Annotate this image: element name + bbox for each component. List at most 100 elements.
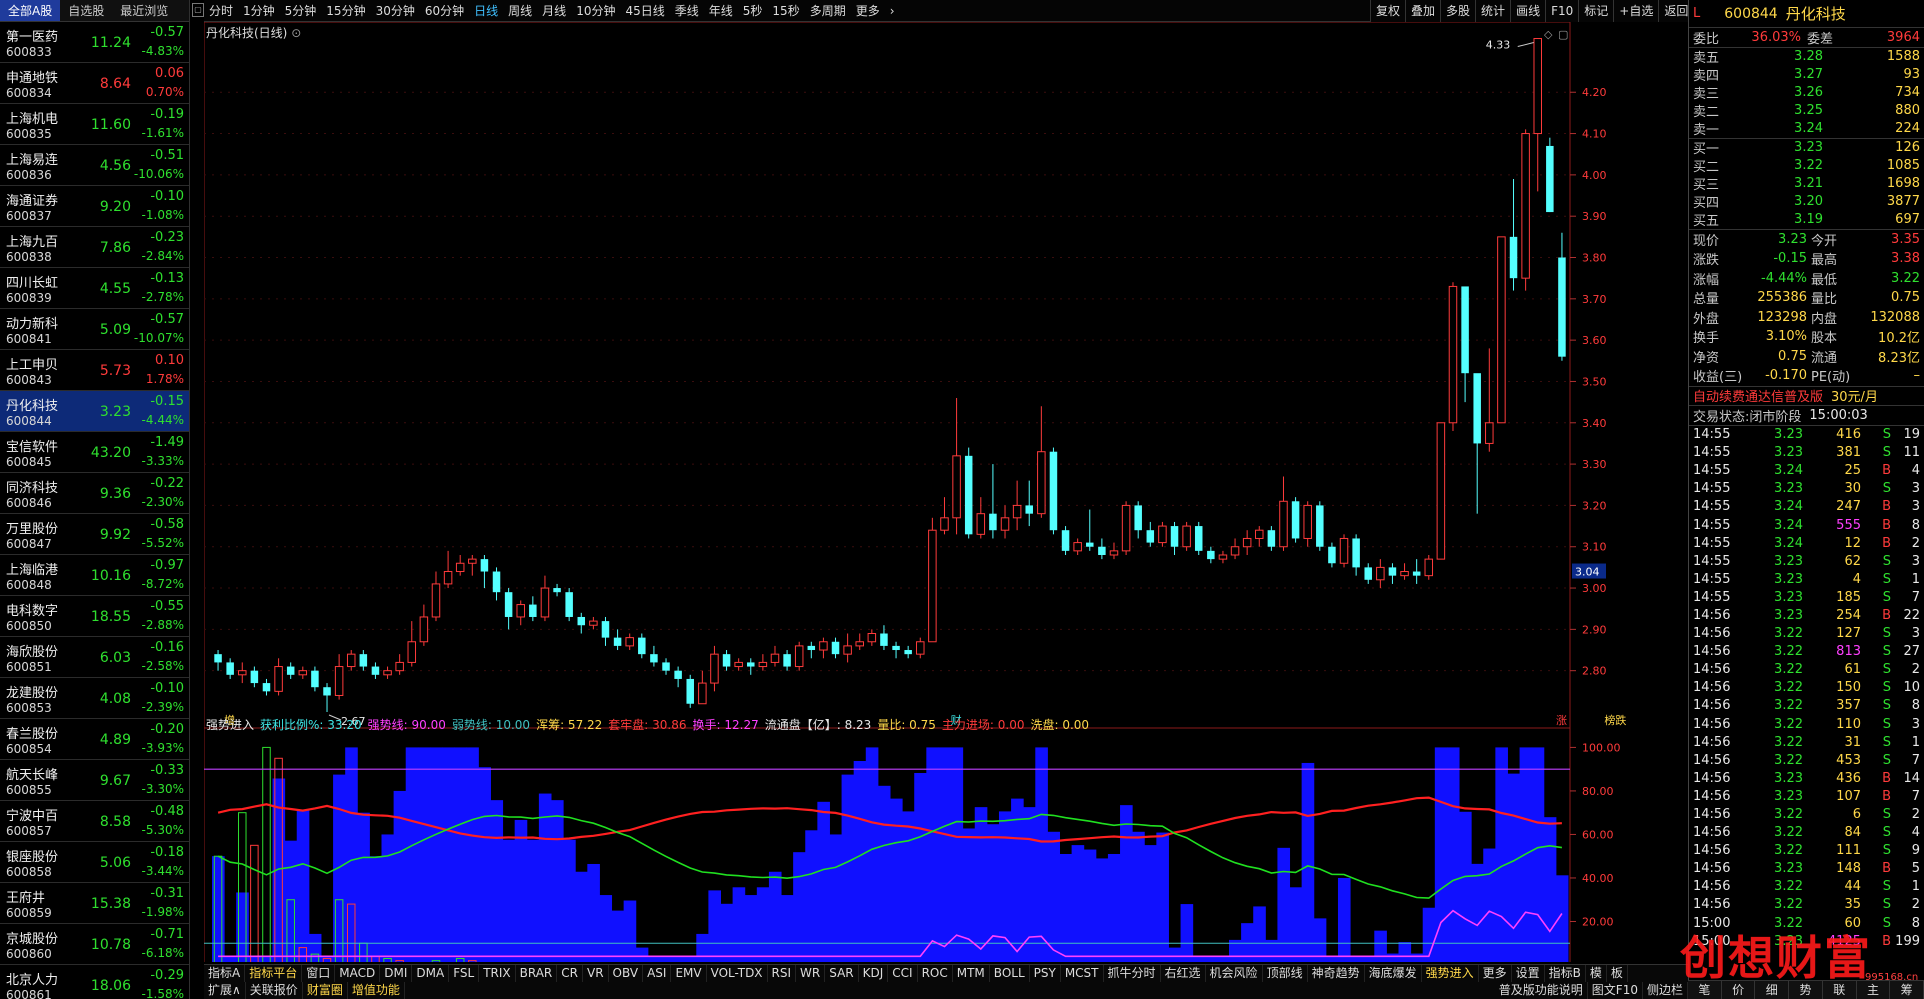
tool-1[interactable]: 叠加: [1405, 0, 1440, 22]
left-tab-1[interactable]: 自选股: [60, 0, 112, 21]
stock-row[interactable]: 上海九百 600838 7.86 -0.23 -2.84%: [0, 227, 189, 268]
stock-row[interactable]: 宁波中百 600857 8.58 -0.48 -5.30%: [0, 801, 189, 842]
period-1[interactable]: 1分钟: [238, 2, 280, 19]
indicator-tab-0[interactable]: 指标A: [204, 965, 246, 982]
indicator-tab-3[interactable]: MACD: [335, 965, 381, 982]
period-3[interactable]: 15分钟: [321, 2, 370, 19]
stock-row[interactable]: 上海易连 600836 4.56 -0.51 -10.06%: [0, 145, 189, 186]
indicator-tab-35[interactable]: 模: [1586, 965, 1607, 982]
period-10[interactable]: 45日线: [620, 2, 669, 19]
ext-right-tab-1[interactable]: 图文F10: [1588, 982, 1643, 999]
stock-row[interactable]: 万里股份 600847 9.92 -0.58 -5.52%: [0, 514, 189, 555]
stock-row[interactable]: 银座股份 600858 5.06 -0.18 -3.44%: [0, 842, 189, 883]
indicator-tab-2[interactable]: 窗口: [302, 965, 336, 982]
tool-5[interactable]: F10: [1545, 0, 1578, 22]
kline-chart[interactable]: 2.80 2.90 3.00 3.10 3.20 3.30 3.40 3.50 3.60 3.70…: [204, 22, 1636, 962]
indicator-tab-26[interactable]: 右红选: [1161, 965, 1206, 982]
indicator-tab-20[interactable]: ROC: [918, 965, 953, 982]
period-16[interactable]: 更多: [851, 2, 885, 19]
indicator-tab-14[interactable]: VOL-TDX: [707, 965, 768, 982]
indicator-tab-6[interactable]: FSL: [449, 965, 480, 982]
tick-list[interactable]: 14:55 3.23 416 S 19 14:55 3.23 381 S 11 14:55 3.24 2…: [1689, 426, 1924, 951]
chevron-right-icon[interactable]: ›: [885, 4, 900, 18]
period-9[interactable]: 10分钟: [571, 2, 620, 19]
chevron-down-icon[interactable]: ⊙: [291, 26, 301, 40]
stock-row[interactable]: 海通证券 600837 9.20 -0.10 -1.08%: [0, 186, 189, 227]
indicator-tab-9[interactable]: CR: [557, 965, 583, 982]
indicator-tab-32[interactable]: 更多: [1479, 965, 1512, 982]
stock-row[interactable]: 龙建股份 600853 4.08 -0.10 -2.39%: [0, 678, 189, 719]
period-12[interactable]: 年线: [704, 2, 738, 19]
stock-row[interactable]: 电科数字 600850 18.55 -0.55 -2.88%: [0, 596, 189, 637]
stock-row[interactable]: 丹化科技 600844 3.23 -0.15 -4.44%: [0, 391, 189, 432]
period-13[interactable]: 5秒: [738, 2, 768, 19]
indicator-tab-15[interactable]: RSI: [768, 965, 797, 982]
indicator-tab-7[interactable]: TRIX: [479, 965, 516, 982]
stock-row[interactable]: 动力新科 600841 5.09 -0.57 -10.07%: [0, 309, 189, 350]
indicator-tab-10[interactable]: VR: [583, 965, 609, 982]
left-tab-2[interactable]: 最近浏览: [112, 0, 176, 21]
stock-row[interactable]: 航天长峰 600855 9.67 -0.33 -3.30%: [0, 760, 189, 801]
tool-7[interactable]: +自选: [1613, 0, 1658, 22]
sidebar-toggle-button[interactable]: ▢: [192, 3, 204, 17]
indicator-tab-18[interactable]: KDJ: [859, 965, 889, 982]
period-11[interactable]: 季线: [670, 2, 704, 19]
period-5[interactable]: 60分钟: [420, 2, 469, 19]
indicator-tab-29[interactable]: 神奇趋势: [1308, 965, 1365, 982]
indicator-tab-23[interactable]: PSY: [1030, 965, 1061, 982]
stock-row[interactable]: 王府井 600859 15.38 -0.31 -1.98%: [0, 883, 189, 924]
stock-row[interactable]: 北京人力 600861 18.06 -0.29 -1.58%: [0, 965, 189, 999]
indicator-tab-11[interactable]: OBV: [609, 965, 644, 982]
indicator-tab-16[interactable]: WR: [796, 965, 826, 982]
indicator-tab-22[interactable]: BOLL: [990, 965, 1030, 982]
left-tab-0[interactable]: 全部A股: [0, 0, 61, 21]
period-2[interactable]: 5分钟: [280, 2, 322, 19]
stock-row[interactable]: 上海机电 600835 11.60 -0.19 -1.61%: [0, 104, 189, 145]
period-6[interactable]: 日线: [469, 2, 503, 19]
indicator-tab-24[interactable]: MCST: [1061, 965, 1104, 982]
indicator-tab-1[interactable]: 指标平台: [245, 965, 303, 982]
stock-row[interactable]: 春兰股份 600854 4.89 -0.20 -3.93%: [0, 719, 189, 760]
stock-row[interactable]: 申通地铁 600834 8.64 0.06 0.70%: [0, 63, 189, 104]
indicator-tab-33[interactable]: 设置: [1512, 965, 1545, 982]
ext-right-tab-0[interactable]: 普及版功能说明: [1495, 982, 1588, 999]
tool-6[interactable]: 标记: [1578, 0, 1613, 22]
indicator-tab-19[interactable]: CCI: [888, 965, 918, 982]
stock-row[interactable]: 京城股份 600860 10.78 -0.71 -6.18%: [0, 924, 189, 965]
ext-tab-2[interactable]: 财富圈: [303, 982, 348, 999]
indicator-tab-12[interactable]: ASI: [643, 965, 672, 982]
tool-0[interactable]: 复权: [1370, 0, 1405, 22]
ext-tab-1[interactable]: 关联报价: [246, 982, 303, 999]
indicator-tab-25[interactable]: 抓牛分时: [1104, 965, 1161, 982]
tool-2[interactable]: 多股: [1440, 0, 1475, 22]
indicator-tab-13[interactable]: EMV: [671, 965, 707, 982]
stock-row[interactable]: 四川长虹 600839 4.55 -0.13 -2.78%: [0, 268, 189, 309]
period-14[interactable]: 15秒: [767, 2, 804, 19]
period-8[interactable]: 月线: [537, 2, 571, 19]
indicator-tab-27[interactable]: 机会风险: [1206, 965, 1263, 982]
stock-row[interactable]: 海欣股份 600851 6.03 -0.16 -2.58%: [0, 637, 189, 678]
indicator-tab-31[interactable]: 强势进入: [1422, 965, 1479, 982]
indicator-tab-21[interactable]: MTM: [953, 965, 990, 982]
indicator-tab-28[interactable]: 顶部线: [1263, 965, 1308, 982]
period-4[interactable]: 30分钟: [371, 2, 420, 19]
period-0[interactable]: 分时: [204, 2, 238, 19]
stock-row[interactable]: 上海临港 600848 10.16 -0.97 -8.72%: [0, 555, 189, 596]
period-15[interactable]: 多周期: [805, 2, 851, 19]
indicator-tab-30[interactable]: 海底爆发: [1365, 965, 1422, 982]
indicator-tab-17[interactable]: SAR: [825, 965, 859, 982]
ext-tab-0[interactable]: 扩展∧: [204, 982, 246, 999]
tool-4[interactable]: 画线: [1510, 0, 1545, 22]
stock-row[interactable]: 宝信软件 600845 43.20 -1.49 -3.33%: [0, 432, 189, 473]
stock-row[interactable]: 同济科技 600846 9.36 -0.22 -2.30%: [0, 473, 189, 514]
period-7[interactable]: 周线: [503, 2, 537, 19]
indicator-tab-36[interactable]: 板: [1607, 965, 1628, 982]
indicator-tab-8[interactable]: BRAR: [516, 965, 558, 982]
indicator-tab-5[interactable]: DMA: [412, 965, 450, 982]
tool-3[interactable]: 统计: [1475, 0, 1510, 22]
indicator-tab-34[interactable]: 指标B: [1545, 965, 1586, 982]
stock-row[interactable]: 第一医药 600833 11.24 -0.57 -4.83%: [0, 22, 189, 63]
quote-tab-6[interactable]: 筹: [1890, 981, 1924, 999]
promo-row[interactable]: 自动续费通达信普及版 30元/月: [1689, 387, 1924, 406]
indicator-tab-4[interactable]: DMI: [380, 965, 413, 982]
